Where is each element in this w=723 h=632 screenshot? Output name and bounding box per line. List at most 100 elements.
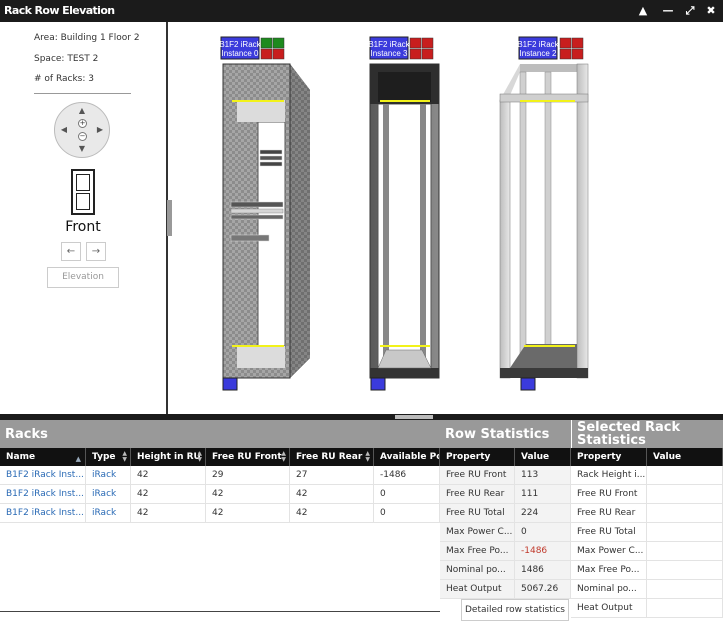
list-item: Max Free Po... <box>571 561 723 580</box>
rack-3-power-indicator <box>409 48 422 60</box>
rack-name-link[interactable]: B1F2 iRack Inst... <box>0 466 86 485</box>
close-icon[interactable]: ✖ <box>703 3 719 19</box>
column-free-ru-front[interactable]: Free RU Front ▲ ▼ <box>206 448 290 466</box>
arrow-right-icon: → <box>91 246 101 257</box>
elevation-button[interactable]: Elevation <box>47 267 119 288</box>
list-item: Free RU Rear 111 <box>440 485 571 504</box>
sort-icon: ▲ ▼ <box>197 450 202 463</box>
rack-type-link[interactable]: iRack <box>86 485 131 504</box>
device[interactable] <box>230 201 284 208</box>
rack-3-power-indicator <box>409 37 422 49</box>
value-cell: 0 <box>515 523 571 542</box>
rack-3-rear-marker[interactable] <box>370 377 386 391</box>
list-item: Nominal po... 1486 <box>440 561 571 580</box>
rack-3-label-line2: Instance 3 <box>371 49 408 58</box>
rack-instance-0[interactable]: B1F2 iRack Instance 0 <box>219 36 310 391</box>
column-value: Value <box>515 448 571 466</box>
table-cell: -1486 <box>374 466 440 485</box>
sort-icon: ▲ ▼ <box>122 450 127 463</box>
device[interactable] <box>230 208 284 214</box>
selected-rack-table-header: Property Value <box>571 448 723 466</box>
previous-face-button[interactable]: ← <box>61 242 81 261</box>
rack-2-power-indicator <box>559 48 572 60</box>
table-cell: 42 <box>290 504 374 523</box>
list-item: Free RU Rear <box>571 504 723 523</box>
rack-name-link[interactable]: B1F2 iRack Inst... <box>0 504 86 523</box>
rack-0-label-line1: B1F2 iRack <box>219 40 261 49</box>
table-row[interactable]: B1F2 iRack Inst... iRack 42 42 42 0 <box>0 485 440 504</box>
device[interactable] <box>259 149 283 155</box>
value-cell: -1486 <box>515 542 571 561</box>
value-cell <box>647 580 723 599</box>
rack-instance-3[interactable]: B1F2 iRack Instance 3 <box>368 36 440 391</box>
property-cell: Nominal po... <box>440 561 515 580</box>
window-title: Rack Row Elevation <box>4 4 115 17</box>
rack-2-power-indicator <box>571 37 584 49</box>
column-free-ru-rear[interactable]: Free RU Rear ▲ ▼ <box>290 448 374 466</box>
sort-icon: ▲ ▼ <box>365 450 370 463</box>
next-face-button[interactable]: → <box>86 242 106 261</box>
selected-rack-title-line2: Statistics <box>577 433 646 448</box>
area-label: Area: Building 1 Floor 2 <box>34 33 140 43</box>
pan-up-icon[interactable]: ▲ <box>76 105 88 117</box>
rack-canvas[interactable]: B1F2 iRack Instance 0 B1F2 iRack Instanc… <box>172 22 723 414</box>
list-item: Max Power C... <box>571 542 723 561</box>
rack-type-link[interactable]: iRack <box>86 466 131 485</box>
rack-elevation-drawing: B1F2 iRack Instance 0 B1F2 iRack Instanc… <box>219 36 589 391</box>
rack-0-rear-marker[interactable] <box>222 377 238 391</box>
list-item: Max Power C... 0 <box>440 523 571 542</box>
maximize-icon[interactable]: ⤢ <box>682 3 698 19</box>
rack-3-label-line1: B1F2 iRack <box>368 40 410 49</box>
table-cell: 0 <box>374 485 440 504</box>
table-row[interactable]: B1F2 iRack Inst... iRack 42 29 27 -1486 <box>0 466 440 485</box>
value-cell <box>647 485 723 504</box>
rack-instance-2[interactable]: B1F2 iRack Instance 2 <box>499 36 589 391</box>
list-item: Nominal po... <box>571 580 723 599</box>
rack-2-rear-marker[interactable] <box>520 377 536 391</box>
column-available-power[interactable]: Available Po... <box>374 448 440 466</box>
column-name[interactable]: Name ▲ <box>0 448 86 466</box>
list-item: Free RU Front <box>571 485 723 504</box>
minimize-icon[interactable]: ▲ <box>635 3 651 19</box>
splitter-grip[interactable] <box>395 415 433 419</box>
zoom-out-icon[interactable]: − <box>78 132 87 141</box>
rack-name-link[interactable]: B1F2 iRack Inst... <box>0 485 86 504</box>
row-statistics-table-header: Property Value <box>440 448 571 466</box>
rack-2-power-indicator <box>559 37 572 49</box>
racks-title: Racks <box>5 427 48 442</box>
value-cell: 113 <box>515 466 571 485</box>
column-height[interactable]: Height in RU ▲ ▼ <box>131 448 206 466</box>
list-item: Heat Output <box>571 599 723 618</box>
zoom-in-icon[interactable]: + <box>78 119 87 128</box>
space-label: Space: TEST 2 <box>34 54 99 64</box>
device[interactable] <box>230 214 284 220</box>
sort-asc-icon: ▲ <box>75 455 81 463</box>
rack-face-icon[interactable] <box>71 169 95 215</box>
table-cell: 42 <box>131 504 206 523</box>
rack-0-power-indicator <box>272 48 285 60</box>
rack-0-label-line2: Instance 0 <box>222 49 259 58</box>
rack-type-link[interactable]: iRack <box>86 504 131 523</box>
property-cell: Rack Height i... <box>571 466 647 485</box>
list-item: Free RU Total <box>571 523 723 542</box>
property-cell: Free RU Total <box>571 523 647 542</box>
table-cell: 42 <box>206 504 290 523</box>
column-type[interactable]: Type ▲ ▼ <box>86 448 131 466</box>
device[interactable] <box>259 155 283 161</box>
view-face-label: Front <box>65 219 101 235</box>
pan-left-icon[interactable]: ◀ <box>58 124 70 136</box>
value-cell <box>647 542 723 561</box>
pan-down-icon[interactable]: ▼ <box>76 143 88 155</box>
device[interactable] <box>259 161 283 167</box>
rack-2-label-line1: B1F2 iRack <box>517 40 559 49</box>
device[interactable] <box>230 234 270 242</box>
rack-0-power-indicator <box>260 37 273 49</box>
list-item: Free RU Total 224 <box>440 504 571 523</box>
restore-icon[interactable]: — <box>660 3 676 19</box>
table-cell: 42 <box>131 466 206 485</box>
table-row[interactable]: B1F2 iRack Inst... iRack 42 42 42 0 <box>0 504 440 523</box>
pan-right-icon[interactable]: ▶ <box>94 124 106 136</box>
selected-rack-statistics-header: Selected Rack Statistics <box>571 420 723 448</box>
value-cell <box>647 561 723 580</box>
detailed-row-statistics-button[interactable]: Detailed row statistics <box>461 599 569 621</box>
